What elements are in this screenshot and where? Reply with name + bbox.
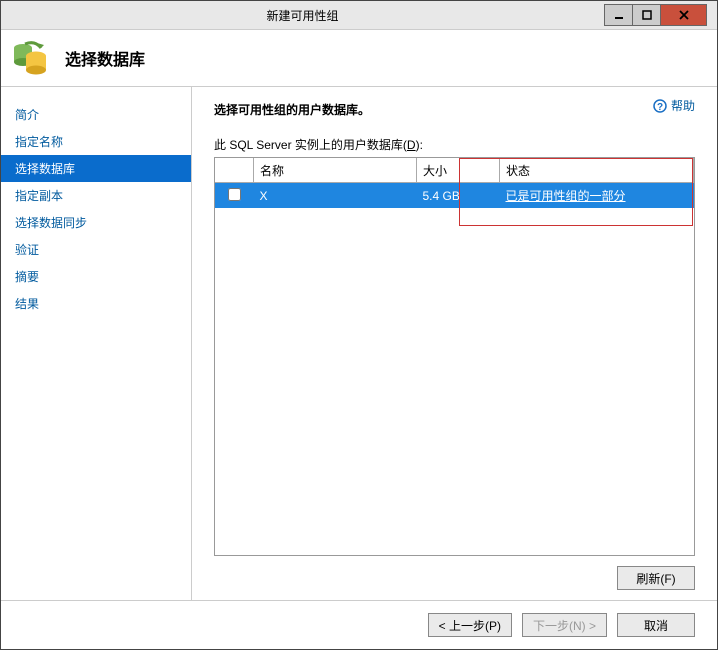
row-checkbox-cell: [215, 183, 254, 209]
wizard-window: 新建可用性组 选择数据库 简介: [0, 0, 718, 650]
help-label: 帮助: [671, 97, 695, 114]
row-status-link[interactable]: 已是可用性组的一部分: [506, 189, 626, 203]
row-checkbox[interactable]: [228, 188, 241, 201]
help-link[interactable]: ? 帮助: [653, 97, 695, 114]
maximize-button[interactable]: [633, 4, 661, 26]
row-size-cell: 5.4 GB: [417, 183, 500, 209]
close-button[interactable]: [661, 4, 707, 26]
sidebar-item-specify-replicas[interactable]: 指定副本: [1, 182, 191, 209]
row-name-cell: X: [254, 183, 417, 209]
databases-list-label: 此 SQL Server 实例上的用户数据库(D):: [214, 136, 695, 153]
sidebar-item-results[interactable]: 结果: [1, 290, 191, 317]
instruction-text: 选择可用性组的用户数据库。: [214, 101, 695, 118]
wizard-body: 简介 指定名称 选择数据库 指定副本 选择数据同步 验证 摘要 结果 ? 帮助 …: [1, 87, 717, 600]
maximize-icon: [642, 10, 652, 20]
refresh-row: 刷新(F): [214, 566, 695, 590]
sidebar-item-summary[interactable]: 摘要: [1, 263, 191, 290]
wizard-steps-nav: 简介 指定名称 选择数据库 指定副本 选择数据同步 验证 摘要 结果: [1, 87, 192, 600]
column-header-name[interactable]: 名称: [254, 158, 417, 183]
list-label-hotkey: D: [407, 138, 416, 152]
previous-button[interactable]: < 上一步(P): [428, 613, 512, 637]
main-panel: ? 帮助 选择可用性组的用户数据库。 此 SQL Server 实例上的用户数据…: [192, 87, 717, 600]
next-button[interactable]: 下一步(N) >: [522, 613, 607, 637]
sidebar-item-select-databases[interactable]: 选择数据库: [1, 155, 191, 182]
window-title: 新建可用性组: [1, 7, 604, 24]
column-header-size[interactable]: 大小: [417, 158, 500, 183]
databases-grid: 名称 大小 状态 X 5.4 GB: [214, 157, 695, 556]
databases-table: 名称 大小 状态 X 5.4 GB: [215, 158, 694, 208]
page-title: 选择数据库: [65, 46, 145, 70]
sidebar-item-specify-name[interactable]: 指定名称: [1, 128, 191, 155]
sidebar-item-validation[interactable]: 验证: [1, 236, 191, 263]
minimize-icon: [614, 10, 624, 20]
window-controls: [604, 4, 707, 26]
svg-text:?: ?: [657, 102, 663, 113]
sidebar-item-data-sync[interactable]: 选择数据同步: [1, 209, 191, 236]
minimize-button[interactable]: [604, 4, 633, 26]
list-label-prefix: 此 SQL Server 实例上的用户数据库(: [214, 138, 407, 152]
column-header-checkbox[interactable]: [215, 158, 254, 183]
table-row[interactable]: X 5.4 GB 已是可用性组的一部分: [215, 183, 694, 209]
wizard-footer: < 上一步(P) 下一步(N) > 取消: [1, 600, 717, 649]
sidebar-item-intro[interactable]: 简介: [1, 101, 191, 128]
column-header-status[interactable]: 状态: [500, 158, 694, 183]
page-header: 选择数据库: [1, 30, 717, 87]
cancel-button[interactable]: 取消: [617, 613, 695, 637]
refresh-button[interactable]: 刷新(F): [617, 566, 695, 590]
database-wizard-icon: [11, 38, 51, 78]
titlebar: 新建可用性组: [1, 1, 717, 30]
row-status-cell: 已是可用性组的一部分: [500, 183, 694, 209]
help-icon: ?: [653, 99, 667, 113]
close-icon: [678, 10, 690, 20]
list-label-suffix: ):: [416, 138, 423, 152]
